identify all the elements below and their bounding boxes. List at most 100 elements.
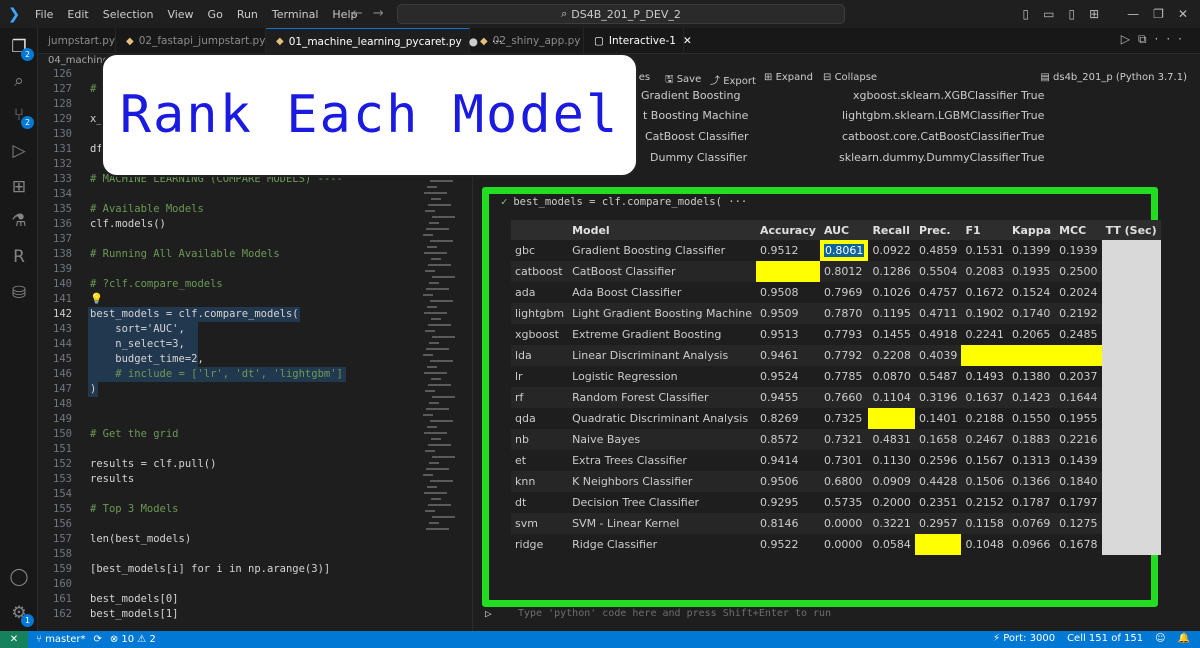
column-header[interactable]: MCC	[1055, 220, 1102, 240]
breadcrumb[interactable]: 04_machine	[48, 55, 109, 66]
close-window-icon[interactable]: ✕	[1178, 7, 1188, 21]
menu-terminal[interactable]: Terminal	[265, 8, 326, 21]
cell-ellipsis[interactable]: ···	[728, 196, 747, 208]
toggle-secondary-sidebar-icon[interactable]: ▯	[1069, 7, 1076, 21]
tab-fastapi-jumpstart[interactable]: ◆ 02_fastapi_jumpstart.py	[116, 28, 266, 54]
editor-actions: ▷⧉···	[1121, 32, 1190, 47]
column-header[interactable]: Recall	[868, 220, 915, 240]
nav-arrows[interactable]: ←→	[352, 6, 394, 21]
interactive-input[interactable]: ▷ Type 'python' code here and press Shif…	[473, 601, 1173, 627]
accounts-icon[interactable]: ◯	[8, 566, 30, 588]
tab-shiny-app[interactable]: ◆ 02_shiny_app.py	[470, 28, 584, 54]
tab-interactive-1[interactable]: ▢ Interactive-1 ✕	[584, 28, 692, 54]
kernel-picker[interactable]: ▤ ds4b_201_p (Python 3.7.1)	[1040, 72, 1187, 83]
expand-button[interactable]: ⊞ Expand	[764, 72, 813, 83]
split-editor-icon[interactable]: ⧉	[1138, 32, 1155, 46]
settings-gear-icon[interactable]: ⚙ 1	[8, 602, 34, 627]
close-tab-icon[interactable]: ✕	[683, 35, 692, 47]
code-line[interactable]: 149	[38, 412, 426, 427]
code-text: budget_time=2,	[90, 353, 204, 365]
more-actions-icon[interactable]: ···	[1155, 32, 1190, 46]
notifications-bell-icon[interactable]: 🔔	[1178, 633, 1190, 644]
feedback-icon[interactable]: ☺	[1155, 633, 1165, 644]
code-line[interactable]: 145 budget_time=2,	[38, 352, 426, 367]
menu-run[interactable]: Run	[230, 8, 265, 21]
code-line[interactable]: 150 # Get the grid	[38, 427, 426, 442]
table-cell: Naive Bayes	[568, 429, 756, 450]
testing-flask-icon[interactable]: ⚗	[8, 210, 30, 232]
column-header[interactable]: Prec.	[915, 220, 962, 240]
code-line[interactable]: 152 results = clf.pull()	[38, 457, 426, 472]
code-line[interactable]: 134	[38, 187, 426, 202]
sync-icon[interactable]: ⟳	[93, 634, 101, 645]
code-line[interactable]: 153 results	[38, 472, 426, 487]
extensions-icon[interactable]: ⊞	[8, 176, 30, 198]
r-extension-icon[interactable]: R	[8, 246, 30, 268]
menu-view[interactable]: View	[160, 8, 200, 21]
minimap[interactable]	[423, 174, 467, 574]
python-extension-icon[interactable]: ⛁	[8, 282, 30, 304]
remote-indicator-icon[interactable]: ✕	[0, 631, 28, 648]
code-line[interactable]: 157 len(best_models)	[38, 532, 426, 547]
cell-header[interactable]: ✓ best_models = clf.compare_models( ···	[501, 196, 747, 208]
code-line[interactable]: 135 # Available Models	[38, 202, 426, 217]
code-line[interactable]: 137	[38, 232, 426, 247]
run-debug-icon[interactable]: ▷	[8, 140, 30, 162]
code-line[interactable]: 138 # Running All Available Models	[38, 247, 426, 262]
cell-status[interactable]: Cell 151 of 151	[1067, 633, 1143, 644]
column-header[interactable]: AUC	[820, 220, 869, 240]
customize-layout-icon[interactable]: ⊞	[1089, 7, 1099, 21]
back-arrow-icon[interactable]: ←	[352, 6, 373, 21]
menu-selection[interactable]: Selection	[96, 8, 161, 21]
column-header[interactable]: Accuracy	[756, 220, 820, 240]
code-line[interactable]: 156	[38, 517, 426, 532]
run-icon[interactable]: ▷	[1121, 32, 1138, 46]
code-line[interactable]: 155 # Top 3 Models	[38, 502, 426, 517]
code-line[interactable]: 144 n_select=3,	[38, 337, 426, 352]
code-line[interactable]: 162 best_models[1]	[38, 607, 426, 622]
code-line[interactable]: 148	[38, 397, 426, 412]
column-header[interactable]	[511, 220, 568, 240]
table-cell: 0.2485	[1059, 328, 1098, 341]
code-line[interactable]: 139	[38, 262, 426, 277]
code-line[interactable]: 147)	[38, 382, 426, 397]
forward-arrow-icon[interactable]: →	[373, 6, 394, 21]
code-line[interactable]: 154	[38, 487, 426, 502]
tab-machine-learning-pycaret[interactable]: ◆ 01_machine_learning_pycaret.py ● ···	[266, 28, 502, 54]
code-line[interactable]: 158	[38, 547, 426, 562]
column-header[interactable]: TT (Sec)	[1102, 220, 1161, 240]
toggle-panel-icon[interactable]: ▭	[1043, 7, 1054, 21]
run-input-icon[interactable]: ▷	[485, 607, 492, 620]
column-header[interactable]: F1	[961, 220, 1008, 240]
command-center-search[interactable]: ⌕ DS4B_201_P_DEV_2	[397, 4, 845, 24]
search-view-icon[interactable]: ⌕	[8, 70, 30, 92]
code-line[interactable]: 160	[38, 577, 426, 592]
problems-status[interactable]: ⊗ 10 ⚠ 2	[110, 634, 156, 645]
column-header[interactable]: Model	[568, 220, 756, 240]
tab-jumpstart[interactable]: jumpstart.py	[38, 28, 116, 54]
port-status[interactable]: ⚡ Port: 3000	[993, 633, 1055, 644]
code-line[interactable]: 159 [best_models[i] for i in np.arange(3)…	[38, 562, 426, 577]
minimize-icon[interactable]: —	[1127, 7, 1139, 21]
export-button[interactable]: ⤴ Export	[710, 72, 756, 87]
source-control-icon[interactable]: ⑂ 2	[8, 104, 34, 129]
code-line[interactable]: 142 best_models = clf.compare_models(	[38, 307, 426, 322]
code-line[interactable]: 161 best_models[0]	[38, 592, 426, 607]
code-line[interactable]: 140 # ?clf.compare_models	[38, 277, 426, 292]
code-line[interactable]: 136 clf.models()	[38, 217, 426, 232]
variables-button[interactable]: les	[636, 72, 650, 83]
code-line[interactable]: 146 # include = ['lr', 'dt', 'lightgbm']	[38, 367, 426, 382]
code-line[interactable]: 141 💡	[38, 292, 426, 307]
restore-icon[interactable]: ❐	[1153, 7, 1164, 21]
branch-status[interactable]: ⑂ master*	[36, 634, 85, 645]
menu-edit[interactable]: Edit	[60, 8, 95, 21]
column-header[interactable]: Kappa	[1008, 220, 1055, 240]
menu-file[interactable]: File	[28, 8, 60, 21]
explorer-icon[interactable]: ❐ 2	[8, 36, 34, 61]
code-line[interactable]: 143 sort='AUC',	[38, 322, 426, 337]
code-line[interactable]: 151	[38, 442, 426, 457]
menu-go[interactable]: Go	[201, 8, 230, 21]
toggle-sidebar-icon[interactable]: ▯	[1023, 7, 1030, 21]
highlighted-output-cell[interactable]: ✓ best_models = clf.compare_models( ··· M…	[482, 187, 1161, 607]
collapse-button[interactable]: ⊟ Collapse	[823, 72, 877, 83]
